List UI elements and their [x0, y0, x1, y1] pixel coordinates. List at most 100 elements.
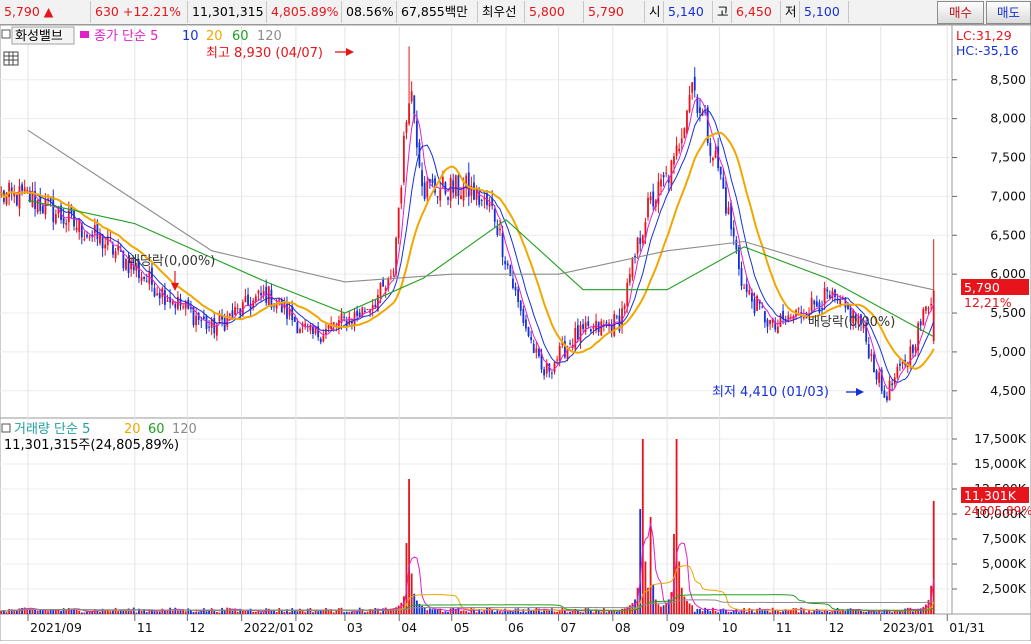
candle-up: [870, 353, 873, 356]
volume-bar-up: [683, 596, 686, 614]
volume-bar-up: [862, 611, 865, 614]
candle-up: [914, 346, 917, 351]
volume-bar-down: [912, 611, 914, 614]
x-tick-label: 12: [828, 620, 844, 635]
candle-down: [735, 239, 738, 250]
open-price: 5,140: [664, 1, 713, 23]
volume-bar-up: [449, 608, 452, 614]
volume-bar-up: [641, 439, 644, 614]
price-panel: [0, 24, 953, 419]
volume-bar-down: [112, 610, 114, 614]
high-label: 고: [713, 1, 732, 23]
volume-bar-up: [83, 612, 86, 614]
volume-bar-up: [288, 611, 291, 614]
volume-bar-down: [413, 593, 416, 614]
x-tick-label: 11: [137, 620, 153, 635]
high-annotation: 최고 8,930 (04/07): [206, 46, 323, 61]
candle-up: [727, 207, 730, 215]
candle-down: [145, 280, 148, 282]
candle-down: [382, 279, 384, 287]
volume-bar-up: [769, 612, 771, 614]
volume-bar-up: [78, 610, 81, 614]
candle-up: [888, 380, 891, 401]
volume-bar-down: [164, 611, 166, 614]
volume-bar-up: [462, 610, 465, 614]
volume-bar-down: [60, 611, 62, 614]
candle-up: [499, 228, 501, 231]
candle-up: [392, 271, 395, 273]
volume-bar-down: [774, 610, 777, 614]
x-tick-label: 09: [669, 620, 685, 635]
table-view-icon[interactable]: [3, 51, 19, 66]
volume-bar-down: [444, 611, 447, 614]
candle-down: [153, 288, 156, 297]
candle-up: [114, 251, 117, 259]
candle-up: [389, 276, 392, 278]
candle-up: [776, 326, 779, 334]
candle-down: [527, 327, 530, 336]
candle-up: [810, 298, 813, 312]
volume-bar-up: [254, 611, 257, 614]
volume-bar-down: [540, 611, 543, 614]
volume-bar-down: [509, 611, 512, 614]
volume-bar-down: [423, 607, 426, 614]
volume-bar-down: [758, 607, 761, 614]
volume-bar-down: [732, 610, 735, 614]
price-tick-label: 6,000: [990, 266, 1026, 281]
candle-up: [839, 299, 842, 305]
candle-down: [143, 276, 146, 279]
x-tick-label: 05: [454, 620, 470, 635]
candle-down: [112, 244, 114, 255]
candle-up: [267, 286, 270, 306]
candle-down: [319, 338, 322, 343]
volume-bar-up: [499, 611, 501, 614]
volume-bar-down: [576, 610, 579, 614]
candle-down: [873, 354, 875, 373]
volume-bar-up: [244, 610, 247, 614]
volume-bar-up: [0, 610, 3, 614]
buy-button[interactable]: 매수: [937, 1, 984, 24]
chart-area[interactable]: 8,500 8,000 7,500 7,000 6,500 6,000 5,500 5,000…: [0, 24, 1031, 642]
volume-bar-up: [252, 611, 255, 614]
volume-bar-down: [805, 612, 808, 614]
volume-bar-down: [431, 609, 434, 614]
volume-bar-down: [493, 611, 496, 614]
volume-bar-up: [748, 608, 751, 614]
candle-down: [699, 107, 701, 114]
candle-up: [254, 296, 257, 302]
volume-bar-up: [408, 479, 410, 614]
candle-down: [493, 209, 496, 222]
volume-bar-up: [743, 608, 746, 614]
volume-bar-down: [615, 611, 618, 614]
candle-up: [823, 287, 826, 305]
candle-down: [423, 182, 426, 200]
ticker-volume: 11,301,315: [188, 1, 267, 23]
candle-down: [374, 304, 377, 308]
volume-bar-down: [496, 610, 499, 614]
candle-down: [615, 316, 618, 318]
volume-bar-down: [205, 611, 208, 614]
volume-bar-down: [800, 607, 803, 614]
sell-button[interactable]: 매도: [986, 1, 1031, 24]
volume-bar-down: [506, 611, 509, 614]
candle-up: [558, 345, 561, 361]
candle-down: [530, 336, 533, 341]
x-tick-label: 2022/01: [244, 620, 296, 635]
candle-down: [205, 315, 208, 329]
volume-bar-up: [545, 610, 548, 614]
volume-bar-down: [270, 610, 273, 614]
x-tick-label: 04: [401, 620, 417, 635]
candle-up: [688, 94, 691, 112]
candle-down: [312, 327, 314, 334]
candle-up: [104, 244, 107, 249]
price-tick-label: 7,500: [990, 150, 1026, 165]
candle-down: [200, 320, 203, 322]
volume-bar-down: [730, 611, 733, 614]
candle-up: [449, 177, 452, 201]
volume-legend-prefix: 거래량 단순 5: [14, 422, 90, 437]
candle-down: [293, 316, 296, 322]
candle-up: [930, 303, 933, 306]
candle-down: [813, 300, 816, 305]
stock-chart[interactable]: 8,5008,0007,5007,0006,5006,0005,5005,000…: [0, 24, 1031, 642]
volume-bar-down: [480, 611, 483, 614]
